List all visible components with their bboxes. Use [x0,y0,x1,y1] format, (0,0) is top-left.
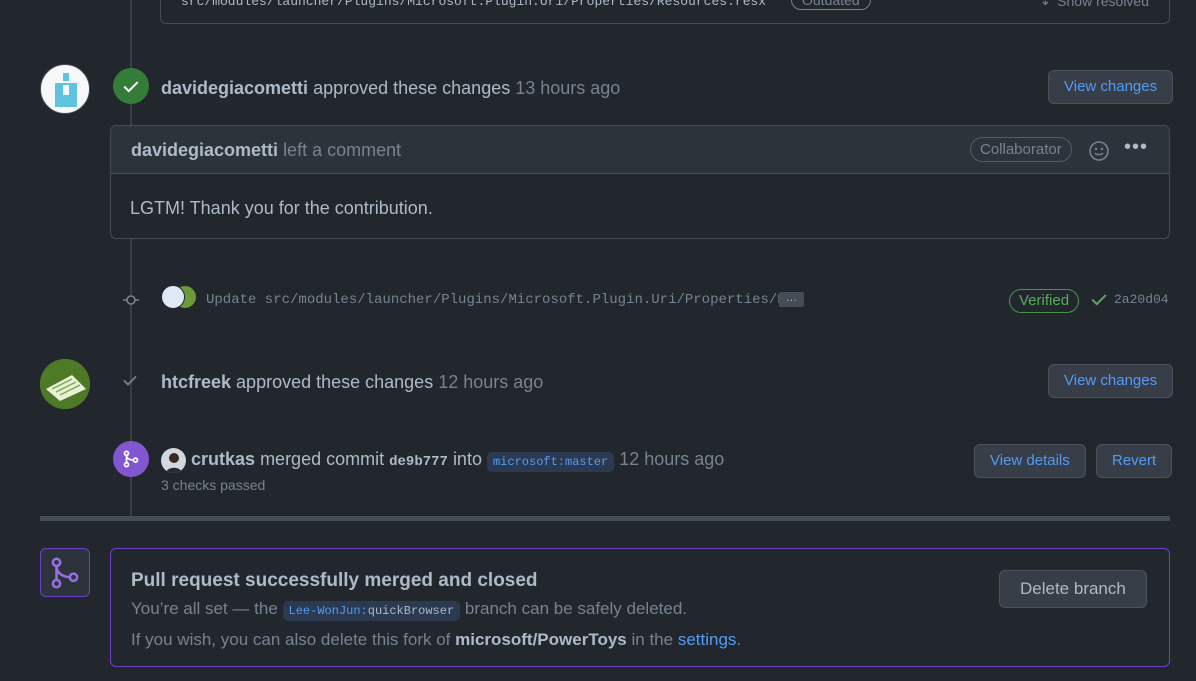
comment-action: left a comment [283,140,402,160]
collaborator-badge: Collaborator [970,137,1072,162]
into-label: into [452,449,482,469]
merged-title: Pull request successfully merged and clo… [131,570,538,591]
line2-mid: in the [631,630,674,649]
line2-prefix: If you wish, you can also delete this fo… [131,630,451,649]
merge-commit-sha[interactable]: de9b777 [389,454,448,470]
branch-delete-note: You’re all set — the Lee-WonJun:quickBro… [131,599,688,621]
delete-branch-button[interactable]: Delete branch [999,570,1147,608]
repo-name[interactable]: microsoft/PowerToys [455,630,627,649]
comment-header: davidegiacometti left a comment Collabor… [111,126,1169,174]
merged-status-box: Pull request successfully merged and clo… [110,548,1170,667]
avatar[interactable] [161,448,186,473]
comment-author-line: davidegiacometti left a comment [131,140,401,161]
smiley-icon[interactable] [1088,140,1110,165]
review-time[interactable]: 13 hours ago [515,78,620,98]
merge-action: merged commit [260,449,385,469]
avatar[interactable] [161,285,185,309]
fork-delete-note: If you wish, you can also delete this fo… [131,630,741,650]
merge-time[interactable]: 12 hours ago [619,449,724,469]
expand-commit-button[interactable]: … [779,292,804,307]
line2-end: . [736,630,742,649]
commit-message[interactable]: Update src/modules/launcher/Plugins/Micr… [206,292,794,308]
commit-authors-avatars[interactable] [161,285,201,311]
view-changes-button[interactable]: View changes [1048,364,1174,398]
target-branch-chip[interactable]: microsoft:master [486,452,615,472]
merge-event: crutkas merged commit de9b777 into micro… [191,449,724,472]
line1-prefix: You’re all set — the [131,599,278,618]
commit-sha[interactable]: 2a20d04 [1114,292,1169,307]
review-event: htcfreek approved these changes 12 hours… [161,372,543,393]
review-action: approved these changes [236,372,434,392]
avatar[interactable] [40,359,90,409]
target-repo: microsoft [492,455,558,469]
branch-name: quickBrowser [367,604,455,618]
revert-button[interactable]: Revert [1096,444,1173,478]
target-branch: master [565,455,609,469]
review-action: approved these changes [313,78,511,98]
check-icon [1090,290,1108,311]
merged-icon [40,548,90,597]
unfold-icon: ⇣ [1039,0,1052,8]
branch-chip[interactable]: Lee-WonJun:quickBrowser [282,601,461,621]
outdated-file-thread[interactable]: src/modules/launcher/Plugins/Microsoft.P… [160,0,1170,24]
comment-author[interactable]: davidegiacometti [131,140,278,160]
line1-suffix: branch can be safely deleted. [464,599,688,618]
timeline-divider [40,516,1170,521]
merge-author[interactable]: crutkas [191,449,255,469]
verified-badge[interactable]: Verified [1009,289,1080,313]
approved-check-icon [113,68,149,104]
review-event: davidegiacometti approved these changes … [161,78,620,99]
review-comment: davidegiacometti left a comment Collabor… [110,125,1170,239]
commit-node-icon [123,292,139,308]
show-resolved-button[interactable]: ⇣ Show resolved [1039,0,1149,9]
view-details-button[interactable]: View details [974,444,1086,478]
approved-check-icon [122,372,138,391]
view-changes-button[interactable]: View changes [1048,70,1174,104]
settings-link[interactable]: settings [678,630,737,649]
review-author[interactable]: htcfreek [161,372,231,392]
kebab-menu-icon[interactable]: ••• [1124,136,1148,159]
show-resolved-label: Show resolved [1057,0,1149,9]
review-time[interactable]: 12 hours ago [438,372,543,392]
review-author[interactable]: davidegiacometti [161,78,308,98]
merge-icon [113,441,149,477]
comment-body: LGTM! Thank you for the contribution. [130,198,433,218]
checks-status[interactable]: 3 checks passed [161,477,265,493]
outdated-badge: Outdated [791,0,871,10]
branch-owner: Lee-WonJun [288,604,361,618]
file-path[interactable]: src/modules/launcher/Plugins/Microsoft.P… [181,0,766,9]
avatar[interactable] [40,64,90,114]
